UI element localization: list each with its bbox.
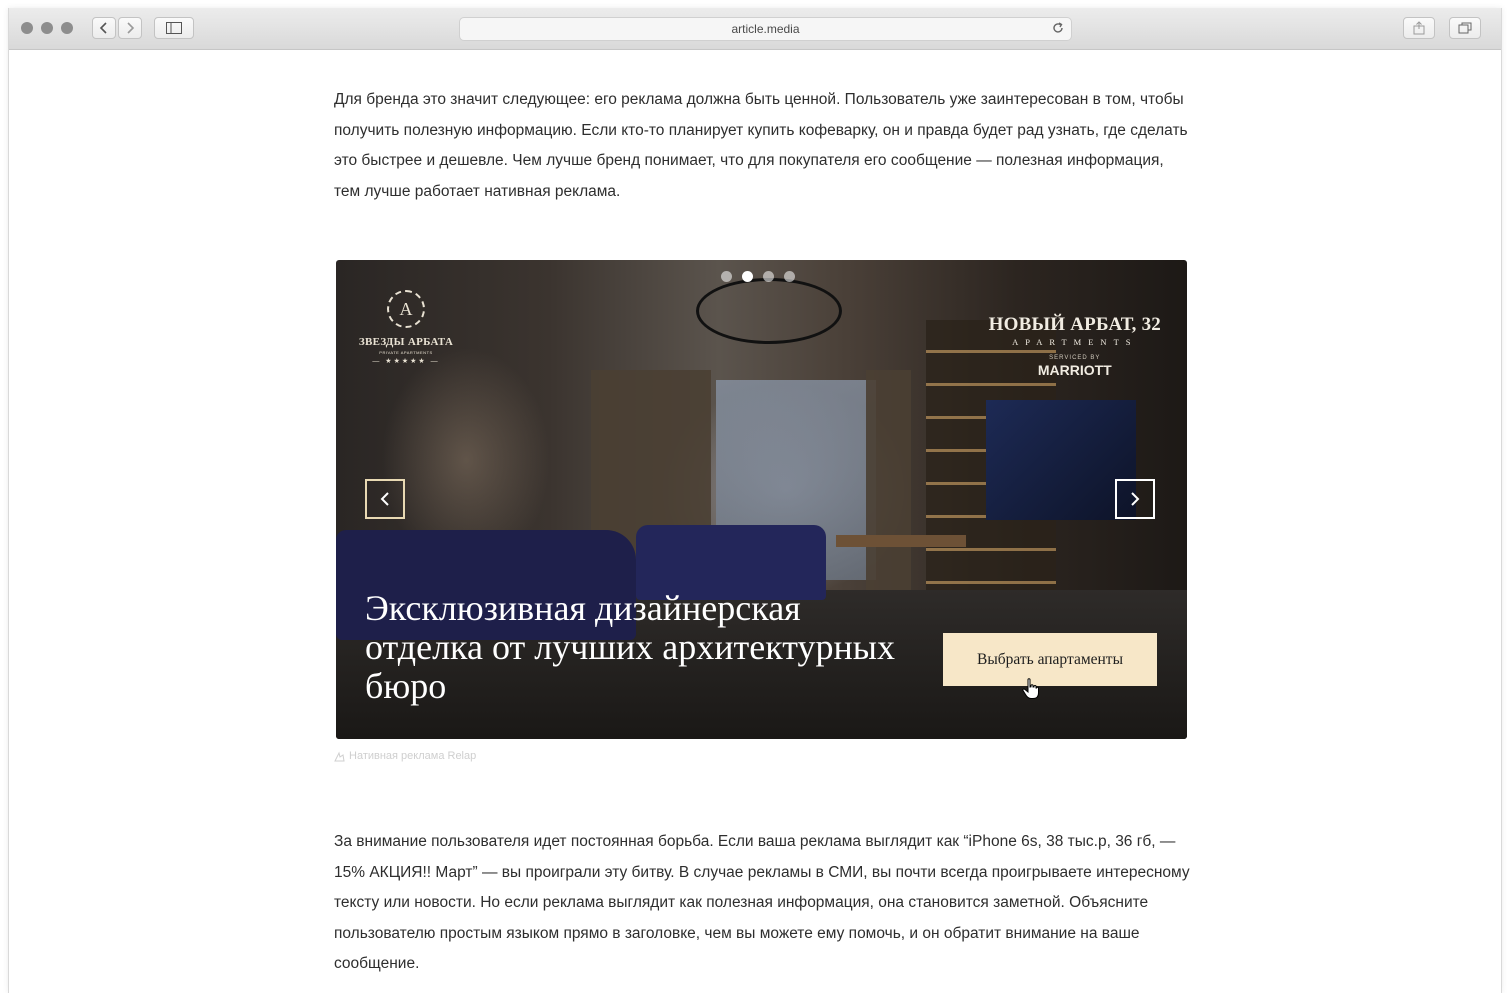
carousel-dot-1[interactable] <box>721 271 732 282</box>
banner-caption: Нативная реклама Relap <box>334 750 476 762</box>
logo-right-brand: MARRIOTT <box>1037 362 1112 378</box>
logo-stars: — ★★★★★ — <box>372 358 440 365</box>
browser-window: article.media Для бренда это значит след… <box>8 8 1502 993</box>
address-bar[interactable]: article.media <box>459 17 1072 41</box>
article-paragraph-1: Для бренда это значит следующее: его рек… <box>334 91 1188 200</box>
sidebar-button[interactable] <box>154 17 194 39</box>
reload-icon <box>1053 22 1063 33</box>
close-window-button[interactable] <box>21 22 33 34</box>
forward-icon <box>127 22 135 34</box>
ad-banner-carousel[interactable]: A ЗВЕЗДЫ АРБАТА PRIVATE APARTMENTS — ★★★… <box>336 260 1187 739</box>
minimize-window-button[interactable] <box>41 22 53 34</box>
sidebar-icon <box>166 22 182 34</box>
logo-left-sub: PRIVATE APARTMENTS <box>379 350 433 355</box>
chevron-right-icon <box>1131 492 1140 506</box>
logo-novy-arbat: НОВЫЙ АРБАТ, 32 APARTMENTS SERVICED BY M… <box>989 314 1161 378</box>
hand-cursor-icon <box>1022 678 1039 699</box>
carousel-next-button[interactable] <box>1115 479 1155 519</box>
banner-photo-chandelier <box>696 278 842 344</box>
url-text: article.media <box>731 22 800 36</box>
share-icon <box>1413 21 1425 35</box>
banner-photo-curtain-right <box>866 370 911 590</box>
article-paragraph-2: За внимание пользователя идет постоянная… <box>334 833 1190 972</box>
banner-headline: Эксклюзивная дизайнерская отделка от луч… <box>365 588 895 706</box>
logo-emblem: A <box>387 290 425 328</box>
logo-right-sub: APARTMENTS <box>1012 337 1138 347</box>
logo-right-serviced: SERVICED BY <box>1049 355 1101 361</box>
zoom-window-button[interactable] <box>61 22 73 34</box>
logo-left-name: ЗВЕЗДЫ АРБАТА <box>358 336 454 348</box>
carousel-dot-4[interactable] <box>784 271 795 282</box>
browser-toolbar: article.media <box>9 8 1501 50</box>
caption-text: Нативная реклама Relap <box>349 750 477 762</box>
carousel-prev-button[interactable] <box>365 479 405 519</box>
share-button[interactable] <box>1403 17 1435 39</box>
forward-button[interactable] <box>118 17 142 39</box>
carousel-dot-2[interactable] <box>742 271 753 282</box>
banner-photo-desk <box>836 535 966 547</box>
chevron-left-icon <box>380 492 389 506</box>
choose-apartments-button[interactable]: Выбрать апартаменты <box>943 633 1157 686</box>
banner-photo-tv <box>986 400 1136 520</box>
tabs-overview-button[interactable] <box>1449 17 1481 39</box>
page-content: Для бренда это значит следующее: его рек… <box>9 50 1501 993</box>
back-button[interactable] <box>92 17 116 39</box>
carousel-dots <box>721 271 795 282</box>
logo-right-title: НОВЫЙ АРБАТ, 32 <box>988 314 1161 335</box>
carousel-dot-3[interactable] <box>763 271 774 282</box>
tabs-icon <box>1458 22 1472 34</box>
back-icon <box>99 22 107 34</box>
logo-zvezdy-arbata: A ЗВЕЗДЫ АРБАТА PRIVATE APARTMENTS — ★★★… <box>350 290 462 365</box>
reload-button[interactable] <box>1051 21 1065 40</box>
image-caption-icon <box>334 751 345 761</box>
